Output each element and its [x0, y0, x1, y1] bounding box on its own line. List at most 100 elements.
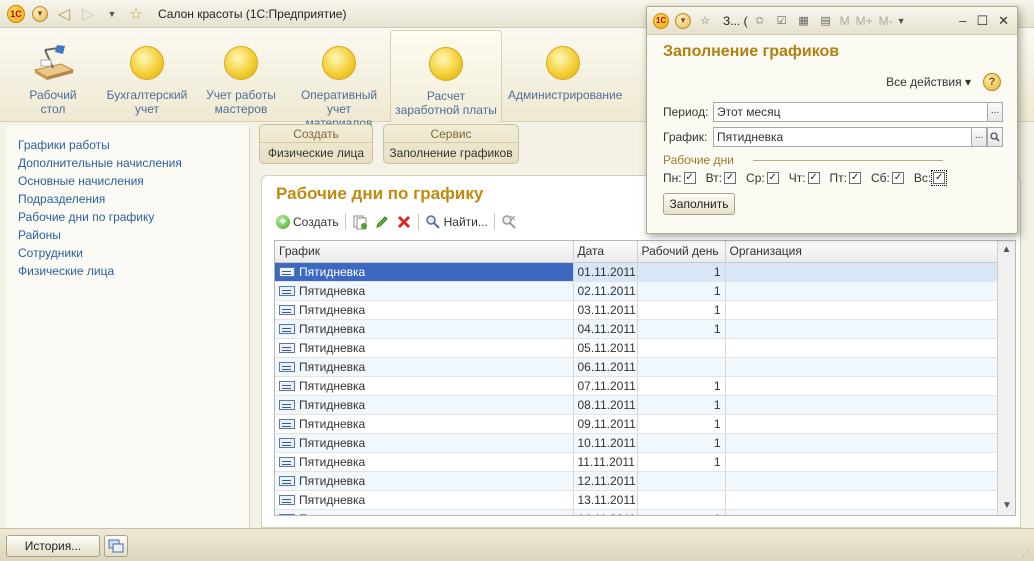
fill-schedules-command[interactable]: Заполнение графиков [384, 143, 518, 163]
forward-arrow-icon[interactable]: ▷ [78, 4, 98, 24]
cell-date[interactable]: 07.11.2011 [573, 376, 638, 396]
day-sunday[interactable]: Вс: ✓ [914, 170, 948, 186]
memory-plus-button[interactable]: M+ [856, 14, 873, 28]
checkbox-saturday[interactable]: ✓ [891, 172, 904, 184]
table-row[interactable]: Пятидневка 09.11.2011 1 [275, 414, 1000, 434]
cell-organization[interactable] [725, 509, 1000, 515]
nav-link-employees[interactable]: Сотрудники [6, 244, 249, 262]
close-icon[interactable]: ✕ [998, 13, 1009, 29]
cell-workday[interactable]: 1 [637, 262, 726, 282]
scroll-down-arrow-icon[interactable]: ▼ [998, 497, 1015, 515]
table-row[interactable]: Пятидневка 03.11.2011 1 [275, 300, 1000, 320]
cancel-search-button[interactable] [501, 214, 517, 230]
schedule-select-button[interactable]: ... [971, 127, 987, 147]
table-row[interactable]: Пятидневка 07.11.2011 1 [275, 376, 1000, 396]
nav-link-departments[interactable]: Подразделения [6, 190, 249, 208]
nav-link-individuals[interactable]: Физические лица [6, 262, 249, 280]
cell-schedule[interactable]: Пятидневка [275, 262, 574, 282]
cell-date[interactable]: 02.11.2011 [573, 281, 638, 301]
table-row[interactable]: Пятидневка 13.11.2011 [275, 490, 1000, 510]
add-favorite-icon[interactable]: ✩ [752, 13, 768, 29]
cell-schedule[interactable]: Пятидневка [275, 414, 574, 434]
cell-date[interactable]: 13.11.2011 [573, 490, 638, 510]
section-masters[interactable]: Учет работы мастеров [200, 28, 282, 122]
section-accounting[interactable]: Бухгалтерский учет [104, 28, 190, 122]
back-arrow-icon[interactable]: ◁ [54, 4, 74, 24]
day-friday[interactable]: Пт: ✓ [830, 171, 862, 185]
column-header-workday[interactable]: Рабочий день [637, 241, 726, 263]
column-header-date[interactable]: Дата [573, 241, 638, 263]
period-select-button[interactable]: ... [987, 102, 1003, 122]
column-header-schedule[interactable]: График [275, 241, 574, 263]
help-icon[interactable]: ? [983, 73, 1001, 91]
memory-m-button[interactable]: M [840, 14, 850, 28]
favorite-links-icon[interactable]: ☑ [774, 13, 790, 29]
cell-workday[interactable]: 1 [637, 452, 726, 472]
workdays-table[interactable]: График Дата Рабочий день Организация Пят… [274, 240, 1016, 516]
favorites-star-icon[interactable]: ☆ [126, 4, 146, 24]
cell-workday[interactable] [637, 338, 726, 358]
cell-workday[interactable]: 1 [637, 414, 726, 434]
schedule-open-button[interactable] [987, 127, 1003, 147]
day-wednesday[interactable]: Ср: ✓ [746, 171, 779, 185]
day-tuesday[interactable]: Вт: ✓ [706, 171, 737, 185]
table-row[interactable]: Пятидневка 12.11.2011 [275, 471, 1000, 491]
cell-date[interactable]: 11.11.2011 [573, 452, 638, 472]
cell-organization[interactable] [725, 262, 1000, 282]
checkbox-tuesday[interactable]: ✓ [724, 172, 737, 184]
cell-schedule[interactable]: Пятидневка [275, 490, 574, 510]
nav-link-districts[interactable]: Районы [6, 226, 249, 244]
cell-date[interactable]: 05.11.2011 [573, 338, 638, 358]
checkbox-wednesday[interactable]: ✓ [766, 172, 779, 184]
checkbox-sunday[interactable]: ✓ [931, 170, 948, 186]
edit-button[interactable] [374, 214, 390, 230]
cell-organization[interactable] [725, 490, 1000, 510]
cell-date[interactable]: 06.11.2011 [573, 357, 638, 377]
favorites-star-icon[interactable]: ☆ [697, 13, 713, 29]
cell-schedule[interactable]: Пятидневка [275, 376, 574, 396]
cell-date[interactable]: 03.11.2011 [573, 300, 638, 320]
cell-workday[interactable]: 1 [637, 319, 726, 339]
cell-date[interactable]: 12.11.2011 [573, 471, 638, 491]
schedule-field[interactable]: Пятидневка [713, 127, 973, 147]
cell-organization[interactable] [725, 357, 1000, 377]
day-thursday[interactable]: Чт: ✓ [789, 171, 820, 185]
cell-organization[interactable] [725, 338, 1000, 358]
cell-schedule[interactable]: Пятидневка [275, 357, 574, 377]
cell-schedule[interactable]: Пятидневка [275, 300, 574, 320]
resize-grip-icon[interactable]: ⋰ [1022, 549, 1032, 559]
section-administration[interactable]: Администрирование [508, 28, 622, 122]
cell-workday[interactable] [637, 490, 726, 510]
cell-workday[interactable] [637, 357, 726, 377]
cell-date[interactable]: 10.11.2011 [573, 433, 638, 453]
table-vertical-scrollbar[interactable]: ▲ ▼ [997, 241, 1015, 515]
table-row[interactable]: Пятидневка 01.11.2011 1 [275, 262, 1000, 282]
cell-organization[interactable] [725, 452, 1000, 472]
nav-link-workdays-by-schedule[interactable]: Рабочие дни по графику [6, 208, 249, 226]
checkbox-friday[interactable]: ✓ [849, 172, 862, 184]
cell-workday[interactable] [637, 471, 726, 491]
all-actions-menu[interactable]: Все действия ▾ [886, 75, 971, 89]
history-dropdown-icon[interactable]: ▼ [102, 4, 122, 24]
day-monday[interactable]: Пн: ✓ [663, 171, 696, 185]
cell-schedule[interactable]: Пятидневка [275, 319, 574, 339]
cell-organization[interactable] [725, 319, 1000, 339]
cell-date[interactable]: 08.11.2011 [573, 395, 638, 415]
cell-organization[interactable] [725, 281, 1000, 301]
table-row[interactable]: Пятидневка 11.11.2011 1 [275, 452, 1000, 472]
history-button[interactable]: История... [6, 535, 100, 557]
table-row[interactable]: Пятидневка 10.11.2011 1 [275, 433, 1000, 453]
cell-workday[interactable]: 1 [637, 281, 726, 301]
cell-workday[interactable]: 1 [637, 300, 726, 320]
nav-link-work-schedules[interactable]: Графики работы [6, 136, 249, 154]
cell-organization[interactable] [725, 433, 1000, 453]
nav-link-main-accruals[interactable]: Основные начисления [6, 172, 249, 190]
table-row[interactable]: Пятидневка 05.11.2011 [275, 338, 1000, 358]
cell-schedule[interactable]: Пятидневка [275, 338, 574, 358]
cell-schedule[interactable]: Пятидневка [275, 471, 574, 491]
cell-organization[interactable] [725, 300, 1000, 320]
maximize-icon[interactable]: ☐ [976, 13, 988, 29]
calendar-icon[interactable]: ▤ [818, 13, 834, 29]
cell-date[interactable]: 04.11.2011 [573, 319, 638, 339]
cell-date[interactable]: 01.11.2011 [573, 262, 638, 282]
